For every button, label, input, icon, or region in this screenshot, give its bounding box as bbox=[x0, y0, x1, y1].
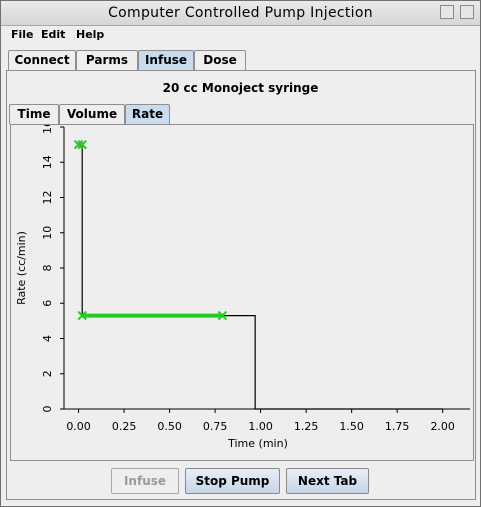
y-tick-label: 10 bbox=[41, 226, 54, 240]
sub-tab-bar: Time Volume Rate bbox=[9, 104, 475, 124]
tab-dose[interactable]: Dose bbox=[194, 50, 246, 70]
x-tick-label: 0.50 bbox=[157, 420, 182, 433]
menu-help[interactable]: Help bbox=[76, 28, 104, 41]
title-bar[interactable]: Computer Controlled Pump Injection bbox=[1, 1, 480, 26]
tab-volume[interactable]: Volume bbox=[59, 104, 125, 124]
tab-parms[interactable]: Parms bbox=[76, 50, 138, 70]
x-tick-label: 2.00 bbox=[430, 420, 455, 433]
y-tick-label: 16 bbox=[41, 125, 54, 134]
tab-infuse[interactable]: Infuse bbox=[138, 50, 194, 70]
main-tab-bar: Connect Parms Infuse Dose bbox=[6, 50, 476, 70]
x-tick-label: 0.75 bbox=[203, 420, 228, 433]
y-tick-label: 4 bbox=[41, 335, 54, 342]
x-tick-label: 1.25 bbox=[294, 420, 319, 433]
x-tick-label: 1.75 bbox=[385, 420, 410, 433]
tab-time[interactable]: Time bbox=[9, 104, 59, 124]
menu-bar: File Edit Help bbox=[1, 26, 480, 44]
menu-edit[interactable]: Edit bbox=[41, 28, 65, 41]
y-tick-label: 0 bbox=[41, 406, 54, 413]
y-tick-label: 2 bbox=[41, 370, 54, 377]
menu-file[interactable]: File bbox=[11, 28, 34, 41]
x-axis-label: Time (min) bbox=[227, 437, 288, 450]
close-button[interactable] bbox=[460, 5, 474, 19]
tab-rate[interactable]: Rate bbox=[125, 104, 170, 124]
next-tab-button[interactable]: Next Tab bbox=[286, 468, 369, 494]
y-tick-label: 6 bbox=[41, 300, 54, 307]
x-tick-label: 0.00 bbox=[66, 420, 91, 433]
window-title: Computer Controlled Pump Injection bbox=[108, 5, 373, 21]
rate-chart: 0 2 4 6 8 10 12 14 16 0.00 0.25 0.50 0.75 1.00 1.25 1.5… bbox=[15, 120, 470, 450]
minimize-button[interactable] bbox=[440, 5, 454, 19]
x-tick-label: 1.50 bbox=[339, 420, 364, 433]
y-axis-label: Rate (cc/min) bbox=[15, 231, 28, 305]
y-tick-label: 8 bbox=[41, 265, 54, 272]
y-tick-label: 12 bbox=[41, 191, 54, 205]
x-tick-label: 0.25 bbox=[112, 420, 137, 433]
x-tick-label: 1.00 bbox=[248, 420, 273, 433]
stop-pump-button[interactable]: Stop Pump bbox=[185, 468, 280, 494]
syringe-label: 20 cc Monoject syringe bbox=[162, 81, 319, 95]
tab-connect[interactable]: Connect bbox=[8, 50, 76, 70]
app-window: Computer Controlled Pump Injection File … bbox=[0, 0, 481, 507]
y-tick-label: 14 bbox=[41, 155, 54, 169]
infuse-button[interactable]: Infuse bbox=[111, 468, 179, 494]
series-line-0 bbox=[78, 144, 443, 410]
rate-chart-panel: 0 2 4 6 8 10 12 14 16 0.00 0.25 0.50 0.75 1.00 1.25 1.5… bbox=[10, 120, 474, 461]
